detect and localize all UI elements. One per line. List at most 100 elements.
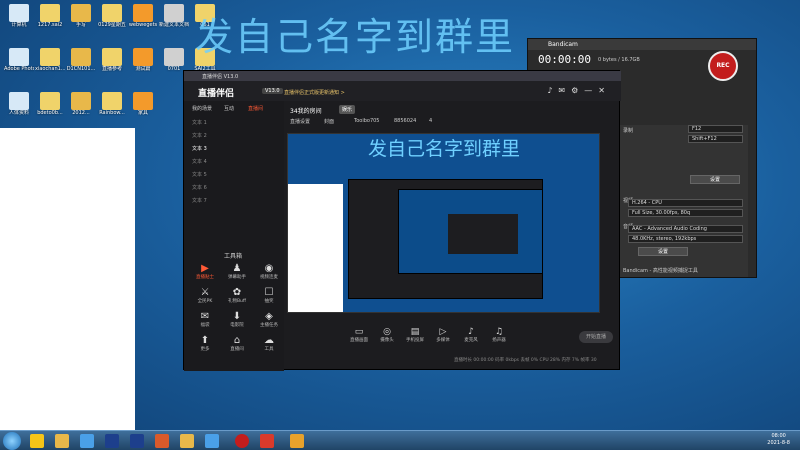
- desktop-icon[interactable]: xiaochan1...: [35, 48, 65, 72]
- desktop-icon-label: 2012...: [72, 110, 90, 116]
- message-icon[interactable]: ✉: [558, 86, 571, 95]
- tool-button[interactable]: ♟ 弹幕助手: [222, 263, 252, 280]
- header-icons: ♪✉⚙—✕: [547, 86, 611, 95]
- cover-pill[interactable]: 封面: [324, 118, 334, 125]
- tool-button[interactable]: ⬇ 电影院: [222, 311, 252, 328]
- desktop-icon[interactable]: 测试篇: [128, 48, 158, 72]
- tool-label: 福袋: [200, 323, 210, 328]
- window-title: 直播伴侣 V13.0: [184, 71, 621, 81]
- folder-icon[interactable]: [55, 434, 69, 448]
- ie-icon[interactable]: [80, 434, 94, 448]
- desktop-icon[interactable]: 新建文本文档: [159, 4, 189, 28]
- tab-scenes[interactable]: 我的场景: [192, 105, 212, 112]
- bottom-tool-button[interactable]: ♪ 麦克风: [456, 327, 486, 343]
- desktop-icon[interactable]: 直播参考: [97, 48, 127, 72]
- scene-item[interactable]: 文本 5: [192, 171, 207, 178]
- desktop-icon[interactable]: 2012...: [66, 92, 96, 116]
- tab-live-room[interactable]: 直播间: [248, 105, 263, 112]
- desktop-icon-label: 人体资料: [8, 110, 29, 116]
- tool-button[interactable]: ✉ 福袋: [190, 311, 220, 328]
- desktop-icon-label: 0129星期五: [98, 22, 126, 28]
- tool-label: 视频连麦: [260, 275, 278, 280]
- tab-interaction[interactable]: 互动: [224, 105, 234, 112]
- desktop-icon[interactable]: Adobe Photosh...: [4, 48, 34, 72]
- toolbox-title: 工具箱: [224, 253, 243, 260]
- close-icon[interactable]: ✕: [598, 86, 611, 95]
- tool-button[interactable]: ⌂ 直播间: [222, 335, 252, 352]
- scene-item[interactable]: 文本 6: [192, 184, 207, 191]
- bandicam-taskbar-icon[interactable]: [235, 434, 249, 448]
- scene-item[interactable]: 文本 2: [192, 132, 207, 139]
- hotkey2-field[interactable]: Shift+F12: [688, 135, 743, 143]
- start-button[interactable]: [3, 432, 21, 450]
- tool-button[interactable]: ⚔ 全民PK: [190, 287, 220, 304]
- desktop-icon[interactable]: 人体资料: [4, 92, 34, 116]
- desktop-icon[interactable]: 家具: [128, 92, 158, 116]
- app2-icon[interactable]: [205, 434, 219, 448]
- app-icon[interactable]: [155, 434, 169, 448]
- desktop-icon[interactable]: D1CN101...: [66, 48, 96, 72]
- photoshop2-icon[interactable]: [130, 434, 144, 448]
- photoshop-icon[interactable]: [105, 434, 119, 448]
- tool-button[interactable]: ☐ 抽奖: [254, 287, 284, 304]
- update-notice-link[interactable]: 直播伴侣正式版更新通知 >: [284, 89, 345, 96]
- bell-icon[interactable]: ♪: [547, 86, 558, 95]
- desktop-icon[interactable]: 手写: [66, 4, 96, 28]
- file-icon: [102, 4, 122, 22]
- tool-button[interactable]: ⬆ 更多: [190, 335, 220, 352]
- app-logo: 直播伴侣: [198, 89, 235, 99]
- bottom-tool-button[interactable]: ▤ 手机投屏: [400, 327, 430, 343]
- tool-icon: ♟: [232, 263, 242, 274]
- scene-item[interactable]: 文本 3: [192, 145, 207, 152]
- audio-codec-field: AAC - Advanced Audio Coding: [628, 225, 743, 233]
- hotkey-field[interactable]: F12: [688, 125, 743, 133]
- bottom-tool-button[interactable]: ▭ 直播画面: [344, 327, 374, 343]
- bandicam-size: 0 bytes / 16.7GB: [598, 57, 640, 63]
- file-icon: [164, 4, 184, 22]
- desktop-icon[interactable]: bdeto0b...: [35, 92, 65, 116]
- live-settings-pill[interactable]: 直播设置: [290, 118, 310, 125]
- bottom-tool-icon: ♫: [494, 327, 504, 337]
- live-preview[interactable]: 发自己名字到群里: [287, 133, 600, 313]
- start-live-button[interactable]: 开始直播: [579, 331, 613, 343]
- tool-button[interactable]: ✿ 礼物Buff: [222, 287, 252, 304]
- scene-item[interactable]: 文本 1: [192, 119, 207, 126]
- label-hotkey: 录制: [623, 128, 634, 134]
- room-category[interactable]: 娱乐: [339, 105, 356, 114]
- live-companion-window: 直播伴侣 V13.0 直播伴侣 V13.0 直播伴侣正式版更新通知 > ♪✉⚙—…: [183, 70, 621, 371]
- bottom-tool-button[interactable]: ♫ 扬声器: [484, 327, 514, 343]
- tool-label: 主播任务: [260, 323, 278, 328]
- scene-item[interactable]: 文本 4: [192, 158, 207, 165]
- bottom-tool-button[interactable]: ◎ 摄像头: [372, 327, 402, 343]
- desktop-icon[interactable]: 0701: [159, 48, 189, 72]
- app3-icon[interactable]: [260, 434, 274, 448]
- app4-icon[interactable]: [290, 434, 304, 448]
- desktop-icon[interactable]: 1217.sai2: [35, 4, 65, 28]
- bandicam-timer: 00:00:00: [538, 53, 591, 66]
- rec-button[interactable]: REC: [708, 51, 738, 81]
- preview-nested-window-3: [448, 214, 518, 254]
- taskbar: 08:00 2021-8-8: [0, 430, 800, 450]
- desktop-icon[interactable]: 0129星期五: [97, 4, 127, 28]
- tool-icon: ◉: [264, 263, 274, 274]
- preset-button[interactable]: 设置: [638, 247, 688, 256]
- bottom-tool-button[interactable]: ▷ 多媒体: [428, 327, 458, 343]
- hotkey-settings-button[interactable]: 设置: [690, 175, 740, 184]
- desktop-icon[interactable]: Rainbow...: [97, 92, 127, 116]
- desktop-icon[interactable]: 计算机: [4, 4, 34, 28]
- desktop-icon[interactable]: webwegets: [128, 4, 158, 28]
- tool-button[interactable]: ☁ 工具: [254, 335, 284, 352]
- scene-item[interactable]: 文本 7: [192, 197, 207, 204]
- tool-button[interactable]: ◈ 主播任务: [254, 311, 284, 328]
- minimize-icon[interactable]: —: [584, 86, 598, 95]
- file-icon: [133, 48, 153, 66]
- gear-icon[interactable]: ⚙: [571, 86, 584, 95]
- tool-button[interactable]: ▶ 直播贴士: [190, 263, 220, 280]
- folder2-icon[interactable]: [180, 434, 194, 448]
- bottom-tool-label: 多媒体: [436, 338, 450, 343]
- bandicam-footer: Bandicam - 高性能视频捕捉工具: [623, 268, 698, 274]
- tool-button[interactable]: ◉ 视频连麦: [254, 263, 284, 280]
- qq-icon[interactable]: [30, 434, 44, 448]
- tool-label: 直播间: [230, 347, 244, 352]
- tool-label: 弹幕助手: [228, 275, 246, 280]
